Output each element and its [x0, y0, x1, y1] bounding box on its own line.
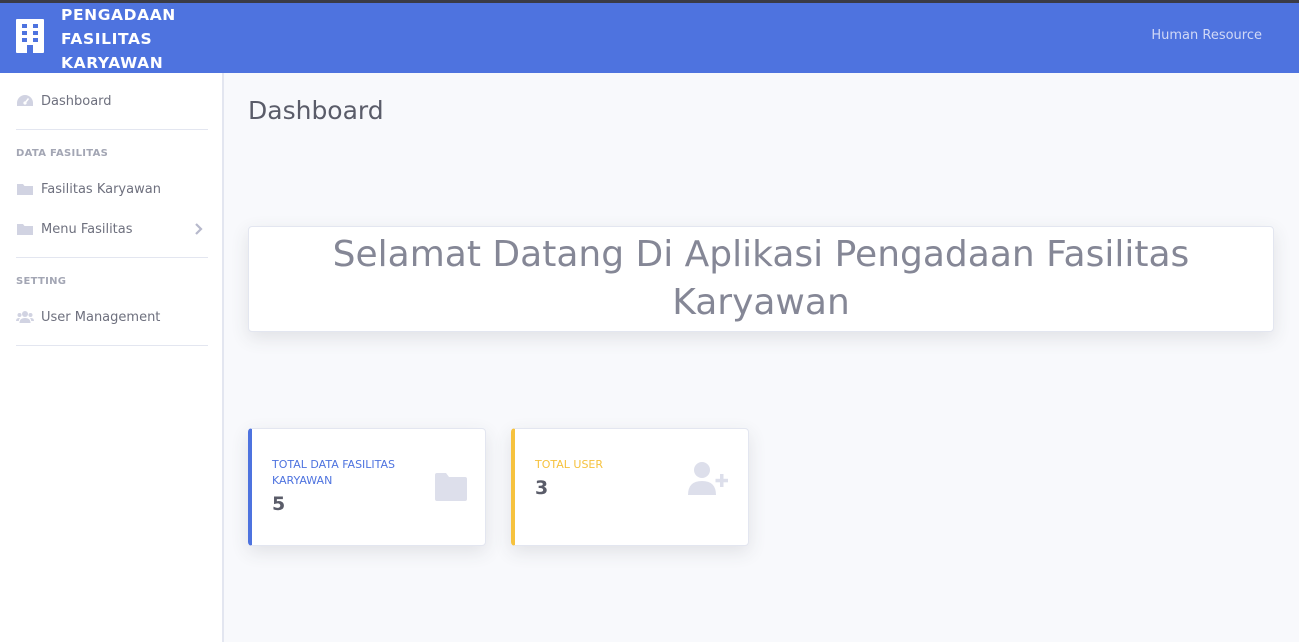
sidebar-item-label: Menu Fasilitas	[41, 221, 133, 237]
sidebar-item-fasilitas-karyawan[interactable]: Fasilitas Karyawan	[0, 169, 224, 209]
topbar: PENGADAAN FASILITAS KARYAWAN Human Resou…	[0, 3, 1299, 73]
stat-label: TOTAL DATA FASILITAS KARYAWAN	[272, 458, 396, 487]
sidebar-divider	[16, 257, 208, 258]
sidebar-divider	[16, 345, 208, 346]
users-icon	[16, 311, 34, 323]
building-icon	[16, 19, 44, 53]
stat-value: 3	[535, 477, 549, 499]
chevron-right-icon	[195, 223, 203, 235]
welcome-card: Selamat Datang Di Aplikasi Pengadaan Fas…	[248, 226, 1274, 332]
sidebar-item-label: Dashboard	[41, 93, 112, 109]
folder-icon	[435, 473, 467, 501]
sidebar-item-dashboard[interactable]: Dashboard	[0, 81, 224, 121]
sidebar-item-menu-fasilitas[interactable]: Menu Fasilitas	[0, 209, 224, 249]
sidebar-item-label: Fasilitas Karyawan	[41, 181, 161, 197]
stat-card-total-fasilitas: TOTAL DATA FASILITAS KARYAWAN 5	[248, 428, 486, 546]
brand-title: PENGADAAN FASILITAS KARYAWAN	[61, 6, 176, 72]
brand-link[interactable]: PENGADAAN FASILITAS KARYAWAN	[0, 3, 224, 73]
folder-icon	[17, 184, 33, 195]
sidebar-item-label: User Management	[41, 309, 161, 325]
sidebar-heading-setting: SETTING	[16, 276, 67, 287]
welcome-message: Selamat Datang Di Aplikasi Pengadaan Fas…	[332, 234, 1190, 323]
page-title: Dashboard	[248, 96, 384, 125]
stat-label: TOTAL USER	[535, 458, 604, 471]
folder-icon	[17, 224, 33, 235]
sidebar-heading-data-fasilitas: DATA FASILITAS	[16, 148, 109, 159]
sidebar: Dashboard DATA FASILITAS Fasilitas Karya…	[0, 73, 224, 642]
sidebar-divider	[16, 129, 208, 130]
stat-value: 5	[272, 493, 286, 515]
stat-card-total-user: TOTAL USER 3	[511, 428, 749, 546]
sidebar-item-user-management[interactable]: User Management	[0, 297, 224, 337]
user-plus-icon	[688, 462, 728, 495]
tachometer-icon	[17, 95, 33, 106]
user-dropdown[interactable]: Human Resource	[1151, 28, 1262, 43]
